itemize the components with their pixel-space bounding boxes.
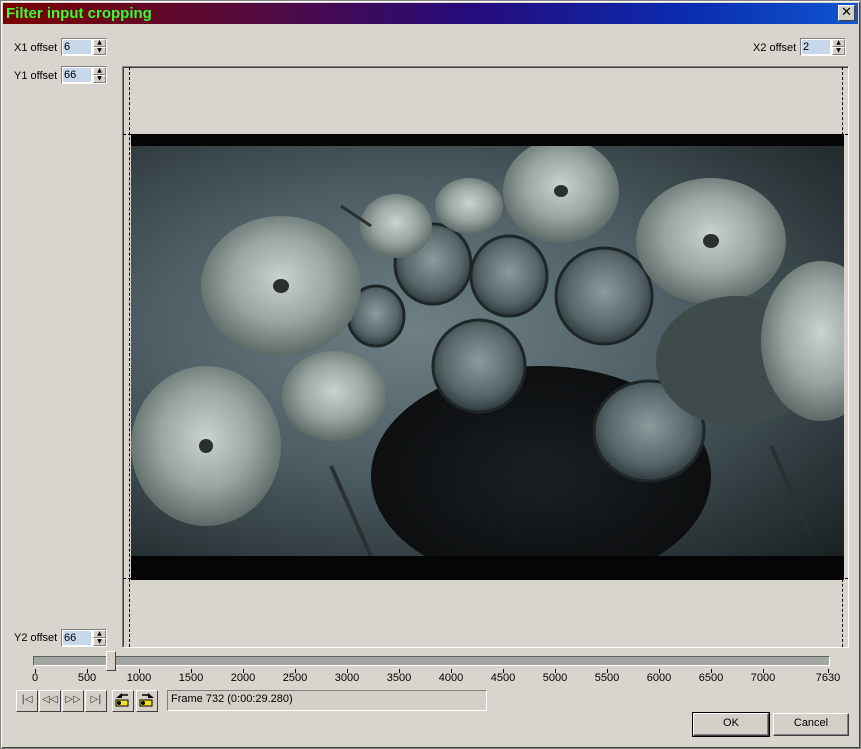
close-icon: ✕ xyxy=(841,5,852,20)
crop-dialog: Filter input cropping ✕ X1 offset 6 ▲ ▼ … xyxy=(0,0,861,749)
title-bar[interactable]: Filter input cropping ✕ xyxy=(3,3,858,24)
cancel-button[interactable]: Cancel xyxy=(773,713,849,736)
drum-kit-illustration xyxy=(131,139,844,580)
previous-keyframe-button[interactable] xyxy=(112,690,134,712)
y2-offset-spinner[interactable]: 66 ▲ ▼ xyxy=(61,629,107,647)
next-frame-button[interactable]: ▷▷ xyxy=(62,690,84,712)
slider-tick-label: 4000 xyxy=(438,672,464,684)
slider-tick-label: 1000 xyxy=(126,672,152,684)
previous-frame-button[interactable]: ◁◁ xyxy=(39,690,61,712)
slider-tick-label: 3500 xyxy=(386,672,412,684)
key-prev-icon xyxy=(115,693,129,707)
window-title: Filter input cropping xyxy=(6,5,152,22)
y1-spin-up-button[interactable]: ▲ xyxy=(93,67,106,75)
next-keyframe-button[interactable] xyxy=(136,690,158,712)
y2-offset-label: Y2 offset xyxy=(14,632,58,644)
slider-tick-label: 500 xyxy=(77,672,97,684)
x2-offset-input[interactable]: 2 xyxy=(802,40,830,54)
slider-tick-label: 5000 xyxy=(542,672,568,684)
crop-preview-area[interactable] xyxy=(122,66,849,648)
next-frame-icon: ▷▷ xyxy=(65,694,81,705)
key-next-icon xyxy=(139,693,154,707)
x1-offset-input[interactable]: 6 xyxy=(63,40,91,54)
slider-tick-label: 0 xyxy=(31,672,39,684)
y2-spin-down-button[interactable]: ▼ xyxy=(93,638,106,646)
crop-left-guide[interactable] xyxy=(129,67,130,647)
slider-tick-label: 1500 xyxy=(178,672,204,684)
close-button[interactable]: ✕ xyxy=(838,5,855,21)
x2-offset-spinner[interactable]: 2 ▲ ▼ xyxy=(800,38,846,56)
x2-spin-down-button[interactable]: ▼ xyxy=(832,47,845,55)
slider-tick-label: 7000 xyxy=(750,672,776,684)
y1-offset-input[interactable]: 66 xyxy=(63,68,91,82)
previous-frame-icon: ◁◁ xyxy=(42,694,58,705)
slider-tick-label: 5500 xyxy=(594,672,620,684)
slider-tick-label: 6000 xyxy=(646,672,672,684)
slider-tick-label: 2000 xyxy=(230,672,256,684)
y2-spin-up-button[interactable]: ▲ xyxy=(93,630,106,638)
frame-status: Frame 732 (0:00:29.280) xyxy=(167,690,487,711)
last-frame-icon: ▷| xyxy=(90,694,102,705)
slider-tick-label: 7630 xyxy=(815,672,841,684)
x1-spin-down-button[interactable]: ▼ xyxy=(93,47,106,55)
y2-offset-input[interactable]: 66 xyxy=(63,631,91,645)
drum-kit-image xyxy=(131,139,844,580)
slider-tick-label: 6500 xyxy=(698,672,724,684)
x1-offset-spinner[interactable]: 6 ▲ ▼ xyxy=(61,38,107,56)
slider-tick-label: 4500 xyxy=(490,672,516,684)
ok-button[interactable]: OK xyxy=(692,712,770,737)
x1-offset-label: X1 offset xyxy=(14,42,58,54)
first-frame-icon: |◁ xyxy=(21,694,33,705)
x1-spin-up-button[interactable]: ▲ xyxy=(93,39,106,47)
y1-offset-spinner[interactable]: 66 ▲ ▼ xyxy=(61,66,107,84)
slider-tick-label: 3000 xyxy=(334,672,360,684)
frame-slider-track[interactable] xyxy=(33,656,830,666)
video-frame xyxy=(131,134,844,580)
y1-spin-down-button[interactable]: ▼ xyxy=(93,75,106,83)
x2-offset-label: X2 offset xyxy=(753,42,797,54)
frame-slider-thumb[interactable] xyxy=(106,651,116,671)
y1-offset-label: Y1 offset xyxy=(14,70,58,82)
first-frame-button[interactable]: |◁ xyxy=(16,690,38,712)
slider-tick-label: 2500 xyxy=(282,672,308,684)
x2-spin-up-button[interactable]: ▲ xyxy=(832,39,845,47)
last-frame-button[interactable]: ▷| xyxy=(85,690,107,712)
